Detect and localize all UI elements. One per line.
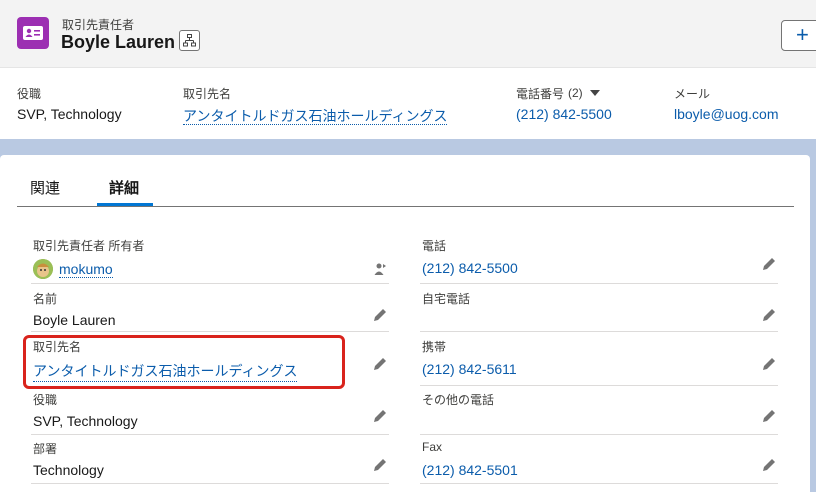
field-fax-label: Fax [422, 440, 443, 454]
highlight-phone-count: (2) [568, 86, 583, 100]
edit-pencil-icon[interactable] [762, 458, 776, 472]
edit-pencil-icon[interactable] [373, 308, 387, 322]
active-tab-indicator [97, 203, 153, 206]
field-name-label: 名前 [33, 292, 58, 306]
field-phone: 電話 (212) 842-5500 [420, 230, 778, 284]
highlight-email: メール lboyle@uog.com [674, 85, 779, 123]
field-owner: 取引先責任者 所有者 mokumo [31, 230, 389, 284]
highlight-title: 役職 SVP, Technology [17, 85, 122, 123]
edit-pencil-icon[interactable] [762, 409, 776, 423]
avatar [33, 259, 53, 279]
field-fax: Fax (212) 842-5501 [420, 435, 778, 484]
highlight-title-label: 役職 [17, 86, 42, 101]
highlight-phone-label: 電話番号 [516, 86, 565, 101]
edit-pencil-icon[interactable] [373, 458, 387, 472]
field-home-phone-label: 自宅電話 [422, 292, 471, 306]
highlight-annotation-box [23, 335, 345, 389]
add-button[interactable]: + [781, 20, 816, 51]
tab-details[interactable]: 詳細 [109, 177, 139, 198]
edit-pencil-icon[interactable] [373, 409, 387, 423]
highlight-phone: 電話番号 (2) (212) 842-5500 [516, 85, 612, 122]
field-department-value: Technology [33, 462, 104, 478]
field-name-value: Boyle Lauren [33, 312, 116, 328]
highlight-title-value: SVP, Technology [17, 106, 122, 122]
edit-pencil-icon[interactable] [762, 308, 776, 322]
chevron-down-icon[interactable] [589, 90, 600, 96]
record-title: Boyle Lauren [61, 32, 176, 52]
field-title: 役職 SVP, Technology [31, 386, 389, 435]
field-mobile-link[interactable]: (212) 842-5611 [422, 361, 517, 377]
field-title-value: SVP, Technology [33, 413, 138, 429]
highlight-email-label: メール [674, 86, 711, 101]
field-phone-label: 電話 [422, 239, 447, 253]
field-mobile: 携帯 (212) 842-5611 [420, 332, 778, 386]
record-header: 取引先責任者 Boyle Lauren + [0, 0, 816, 68]
highlight-phone-link[interactable]: (212) 842-5500 [516, 106, 612, 122]
field-department-label: 部署 [33, 442, 58, 456]
edit-pencil-icon[interactable] [762, 257, 776, 271]
highlight-account-label: 取引先名 [183, 86, 232, 101]
field-mobile-label: 携帯 [422, 340, 447, 354]
field-other-phone: その他の電話 [420, 386, 778, 435]
field-owner-link[interactable]: mokumo [59, 261, 113, 278]
field-department: 部署 Technology [31, 435, 389, 484]
object-type-label: 取引先責任者 [62, 18, 135, 32]
edit-pencil-icon[interactable] [373, 357, 387, 371]
hierarchy-icon [183, 34, 196, 47]
field-fax-link[interactable]: (212) 842-5501 [422, 462, 518, 478]
change-owner-icon[interactable] [373, 262, 387, 276]
tab-related[interactable]: 関連 [30, 177, 60, 198]
field-home-phone: 自宅電話 [420, 284, 778, 332]
hierarchy-button[interactable] [179, 30, 200, 51]
highlight-account-link[interactable]: アンタイトルドガス石油ホールディングス [183, 108, 448, 125]
field-other-phone-label: その他の電話 [422, 393, 495, 407]
field-owner-label: 取引先責任者 所有者 [33, 239, 145, 253]
tab-bar: 関連 詳細 [17, 155, 794, 207]
field-phone-link[interactable]: (212) 842-5500 [422, 260, 518, 276]
highlights-panel: 役職 SVP, Technology 取引先名 アンタイトルドガス石油ホールディ… [0, 68, 816, 139]
highlight-email-link[interactable]: lboyle@uog.com [674, 106, 779, 122]
field-title-label: 役職 [33, 393, 58, 407]
highlight-account: 取引先名 アンタイトルドガス石油ホールディングス [183, 85, 448, 126]
edit-pencil-icon[interactable] [762, 357, 776, 371]
contact-icon [17, 17, 49, 49]
field-name: 名前 Boyle Lauren [31, 284, 389, 332]
